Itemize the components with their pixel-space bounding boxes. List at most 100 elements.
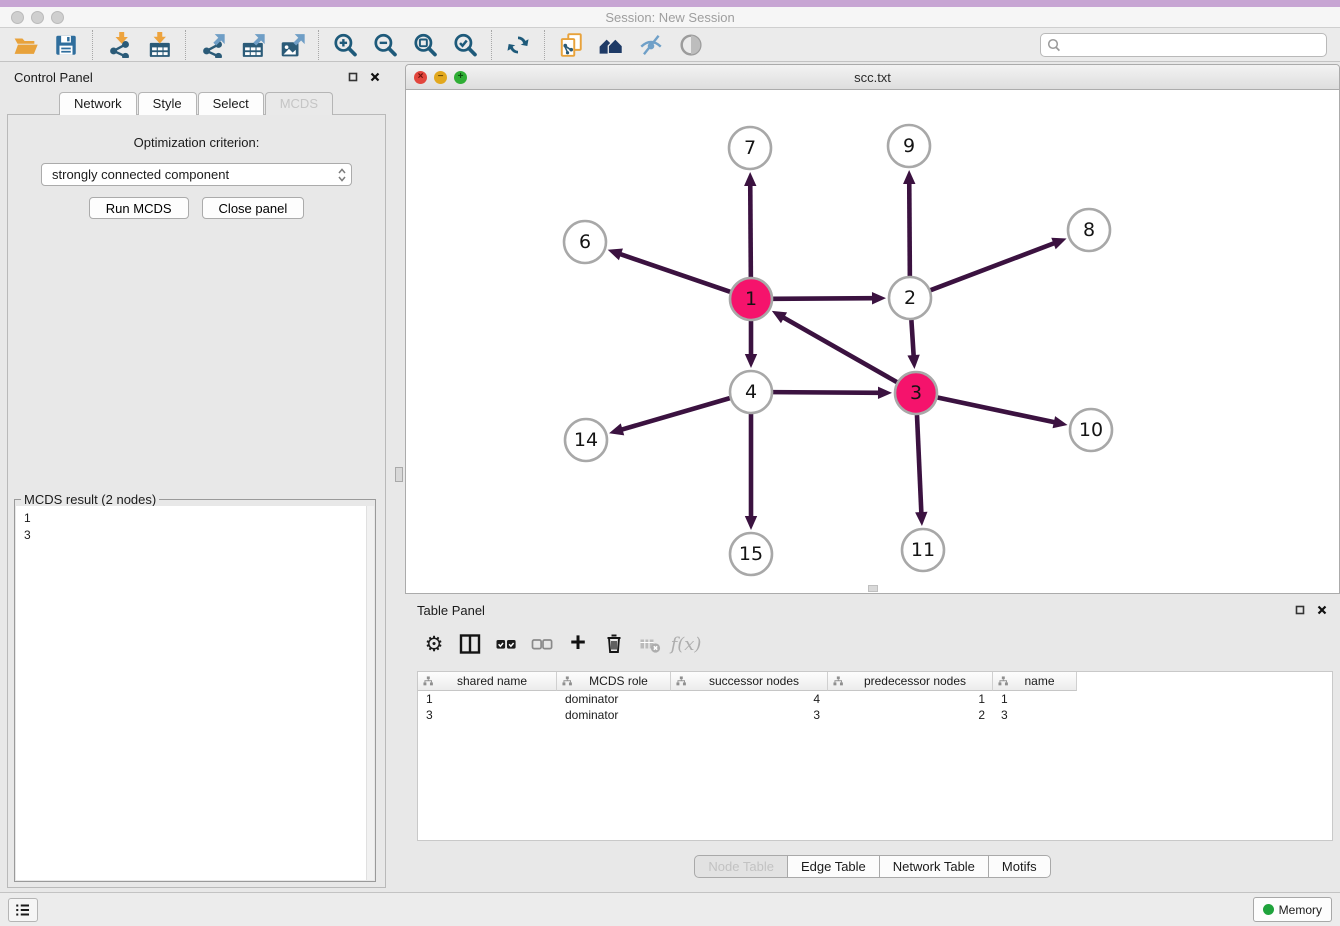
network-graph[interactable]: 7968124314101511 <box>406 90 1339 592</box>
close-panel-icon[interactable] <box>367 69 383 85</box>
graph-node-label-8: 8 <box>1083 219 1095 241</box>
column-header-label: shared name <box>436 674 556 688</box>
graph-edge-1-7[interactable] <box>750 184 751 277</box>
column-header-label: name <box>1011 674 1076 688</box>
zoom-in-icon[interactable] <box>325 30 365 60</box>
network-canvas[interactable]: 7968124314101511 <box>406 90 1339 593</box>
level-of-detail-icon[interactable] <box>671 30 711 60</box>
zoom-selected-icon[interactable] <box>445 30 485 60</box>
table-row[interactable]: 3dominator323 <box>418 707 1332 723</box>
node-table[interactable]: shared nameMCDS role successor nodesprede… <box>417 671 1333 841</box>
graph-edge-2-9[interactable] <box>909 182 910 276</box>
tab-network[interactable]: Network <box>59 92 137 115</box>
column-header-successor-nodes[interactable]: successor nodes <box>671 672 828 691</box>
delete-entry-icon[interactable] <box>599 629 629 659</box>
tab-network-table[interactable]: Network Table <box>880 855 989 878</box>
column-layout-icon[interactable] <box>455 629 485 659</box>
graph-edge-arrowhead <box>609 423 624 435</box>
clone-network-icon[interactable] <box>551 30 591 60</box>
table-cell[interactable]: 3 <box>418 707 557 723</box>
tab-select[interactable]: Select <box>198 92 264 115</box>
table-cell[interactable]: 3 <box>671 707 828 723</box>
table-row[interactable]: 1dominator411 <box>418 691 1332 707</box>
export-table-icon[interactable] <box>232 30 272 60</box>
splitter-handle[interactable] <box>395 467 403 482</box>
refresh-layout-icon[interactable] <box>498 30 538 60</box>
graph-edge-4-3[interactable] <box>773 392 880 393</box>
graph-edge-arrowhead <box>903 170 915 184</box>
import-network-icon[interactable] <box>99 30 139 60</box>
graph-edge-3-1[interactable] <box>782 317 897 382</box>
column-header-name[interactable]: name <box>993 672 1077 691</box>
hide-graphics-details-icon[interactable] <box>631 30 671 60</box>
app-title: Session: New Session <box>0 10 1340 25</box>
table-cell[interactable]: 4 <box>671 691 828 707</box>
add-entry-icon[interactable]: + <box>563 629 593 659</box>
graph-edge-1-2[interactable] <box>773 298 874 299</box>
save-session-icon[interactable] <box>46 30 86 60</box>
table-cell[interactable]: 3 <box>993 707 1077 723</box>
graph-edge-2-3[interactable] <box>911 320 913 357</box>
settings-gear-icon[interactable]: ⚙ <box>419 629 449 659</box>
column-header-shared-name[interactable]: shared name <box>418 672 557 691</box>
table-cell[interactable]: 1 <box>828 691 993 707</box>
graph-node-label-4: 4 <box>745 381 757 403</box>
zoom-fit-icon[interactable] <box>405 30 445 60</box>
network-minimize-button[interactable]: − <box>434 71 447 84</box>
panel-splitter[interactable] <box>393 62 405 892</box>
close-table-panel-icon[interactable] <box>1314 602 1330 618</box>
criterion-select-value: strongly connected component <box>52 167 337 182</box>
select-all-icon[interactable] <box>491 629 521 659</box>
result-scrollbar[interactable] <box>366 506 374 880</box>
mcds-result-textarea[interactable]: 13 <box>16 506 374 880</box>
delete-table-icon <box>635 629 665 659</box>
graph-edge-3-11[interactable] <box>917 415 921 514</box>
mcds-result-group: MCDS result (2 nodes) 13 <box>14 499 376 882</box>
main-toolbar <box>0 28 1340 62</box>
column-header-label: successor nodes <box>689 674 827 688</box>
memory-button[interactable]: Memory <box>1253 897 1332 922</box>
network-close-button[interactable]: × <box>414 71 427 84</box>
table-cell[interactable]: 1 <box>418 691 557 707</box>
tab-node-table[interactable]: Node Table <box>694 855 788 878</box>
zoom-out-icon[interactable] <box>365 30 405 60</box>
search-icon <box>1047 38 1061 52</box>
import-table-icon[interactable] <box>139 30 179 60</box>
result-line: 3 <box>24 527 366 544</box>
home-icon[interactable] <box>591 30 631 60</box>
memory-status-dot <box>1263 904 1274 915</box>
graph-edge-arrowhead <box>745 516 757 530</box>
table-cell[interactable]: 2 <box>828 707 993 723</box>
open-session-icon[interactable] <box>6 30 46 60</box>
graph-edge-arrowhead <box>878 387 892 399</box>
canvas-scrollbar-handle[interactable] <box>868 585 878 592</box>
export-image-icon[interactable] <box>272 30 312 60</box>
table-panel: Table Panel ⚙+f(x) shared nameMCDS roles… <box>405 597 1340 892</box>
graph-edge-4-14[interactable] <box>621 398 730 430</box>
criterion-select[interactable]: strongly connected component <box>41 163 352 186</box>
run-mcds-button[interactable]: Run MCDS <box>89 197 189 219</box>
graph-edge-3-10[interactable] <box>938 398 1056 423</box>
column-header-MCDS-role[interactable]: MCDS role <box>557 672 671 691</box>
export-network-icon[interactable] <box>192 30 232 60</box>
search-box[interactable] <box>1040 33 1327 57</box>
network-window-titlebar[interactable]: scc.txt × − + <box>406 65 1339 90</box>
table-cell[interactable]: dominator <box>557 691 671 707</box>
column-header-predecessor-nodes[interactable]: predecessor nodes <box>828 672 993 691</box>
network-maximize-button[interactable]: + <box>454 71 467 84</box>
table-cell[interactable]: 1 <box>993 691 1077 707</box>
graph-node-label-6: 6 <box>579 231 591 253</box>
tab-style[interactable]: Style <box>138 92 197 115</box>
tab-mcds[interactable]: MCDS <box>265 92 333 115</box>
table-cell[interactable]: dominator <box>557 707 671 723</box>
tab-edge-table[interactable]: Edge Table <box>788 855 880 878</box>
graph-edge-1-6[interactable] <box>619 254 730 292</box>
tab-motifs[interactable]: Motifs <box>989 855 1051 878</box>
task-history-button[interactable] <box>8 898 38 922</box>
deselect-all-icon[interactable] <box>527 629 557 659</box>
close-panel-button[interactable]: Close panel <box>202 197 305 219</box>
float-table-panel-icon[interactable] <box>1292 602 1308 618</box>
search-input[interactable] <box>1065 38 1320 52</box>
graph-edge-2-8[interactable] <box>931 243 1056 290</box>
float-panel-icon[interactable] <box>345 69 361 85</box>
